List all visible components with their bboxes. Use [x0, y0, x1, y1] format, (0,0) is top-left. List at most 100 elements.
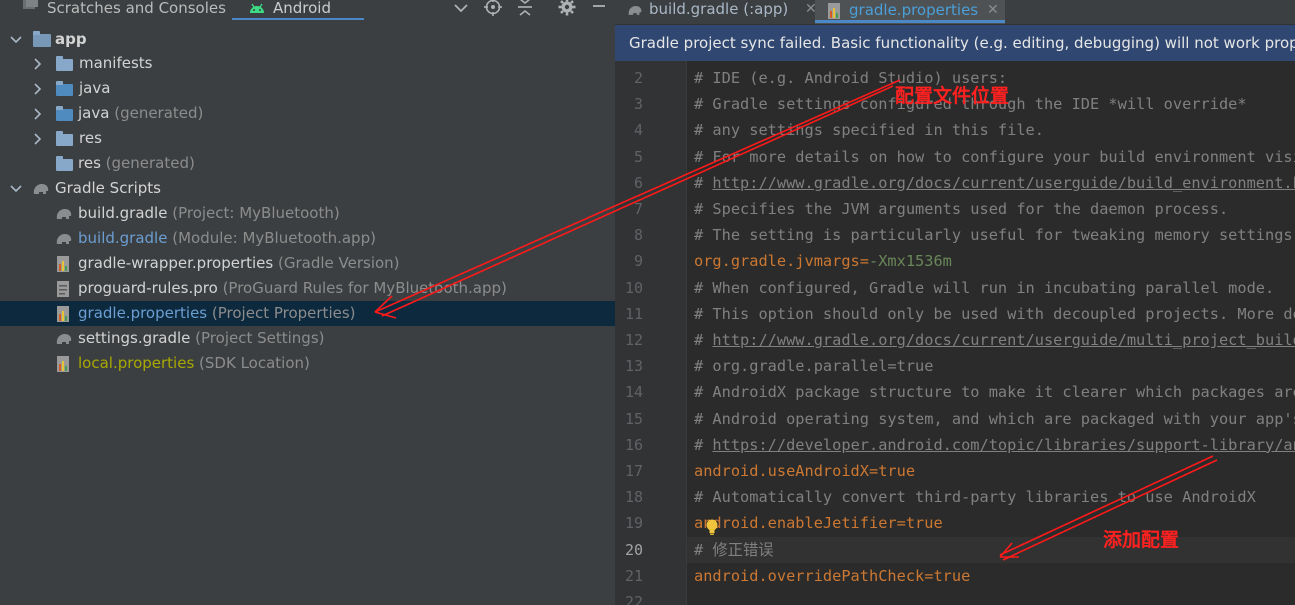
comment-text: # 修正错误	[694, 540, 774, 559]
line-number: 16	[624, 435, 643, 454]
comment-link[interactable]: https://developer.android.com/topic/libr…	[712, 436, 1295, 454]
tree-label: build.gradle	[78, 204, 168, 222]
source-folder-icon	[56, 81, 73, 96]
code-line: org.gradle.jvmargs=-Xmx1536m	[694, 248, 952, 274]
property-value: true	[878, 462, 916, 480]
line-number: 5	[633, 147, 643, 166]
tree-node-build-gradle-module[interactable]: build.gradle (Module: MyBluetooth.app)	[0, 226, 615, 251]
annotation-add-config: 添加配置	[1103, 529, 1180, 551]
tree-label: proguard-rules.pro	[78, 279, 218, 297]
collapse-all-icon[interactable]	[514, 0, 536, 20]
line-number: 4	[633, 121, 643, 140]
code-line: # http://www.gradle.org/docs/current/use…	[694, 327, 1295, 353]
tree-node-manifests[interactable]: manifests	[0, 51, 615, 76]
tree-node-java[interactable]: java	[0, 76, 615, 101]
comment-link[interactable]: http://www.gradle.org/docs/current/userg…	[712, 331, 1295, 349]
chevron-right-icon[interactable]	[33, 126, 47, 154]
editor-tabs: build.gradle (:app) ✕ gradle.properties …	[615, 0, 1295, 25]
chevron-down-icon[interactable]	[10, 27, 24, 54]
line-number: 6	[633, 173, 643, 192]
equals-sign: =	[868, 462, 879, 480]
tree-label: gradle.properties	[78, 304, 208, 322]
code-line: # When configured, Gradle will run in in…	[694, 275, 1274, 301]
tree-node-app[interactable]: app	[0, 27, 615, 52]
tree-label-wrap: res (generated)	[78, 151, 195, 176]
comment-prefix: #	[694, 331, 713, 349]
property-key: org.gradle.jvmargs	[694, 252, 860, 271]
tab-label: gradle.properties	[849, 1, 979, 19]
tree-node-proguard-rules[interactable]: proguard-rules.pro (ProGuard Rules for M…	[0, 276, 615, 301]
tree-node-build-gradle-project[interactable]: build.gradle (Project: MyBluetooth)	[0, 201, 615, 226]
active-tab-indicator	[815, 20, 1005, 23]
comment-text: # Automatically convert third-party libr…	[694, 488, 1256, 507]
comment-text: # For more details on how to configure y…	[694, 147, 1295, 166]
code-editor[interactable]: # IDE (e.g. Android Studio) users: # Grad…	[687, 61, 1295, 605]
line-number: 3	[633, 95, 643, 114]
comment-link[interactable]: http://www.gradle.org/docs/current/userg…	[712, 174, 1295, 192]
chevron-right-icon[interactable]	[33, 101, 47, 129]
chevron-down-icon[interactable]	[450, 0, 472, 20]
tree-label: java	[79, 79, 111, 97]
line-number: 22	[624, 593, 643, 605]
tree-hint: (ProGuard Rules for MyBluetooth.app)	[222, 279, 507, 297]
tree-hint: (SDK Location)	[199, 354, 310, 372]
code-line: # This option should only be used with d…	[694, 301, 1295, 327]
property-value: true	[905, 514, 943, 533]
chevron-right-icon[interactable]	[33, 76, 47, 104]
code-line: # The setting is particularly useful for…	[694, 222, 1295, 248]
locate-target-icon[interactable]	[482, 0, 504, 20]
tree-label-wrap: local.properties (SDK Location)	[78, 351, 310, 376]
equals-sign: =	[896, 514, 906, 533]
project-panel: Scratches and Consoles Android app manif…	[0, 0, 615, 605]
annotation-config-location: 配置文件位置	[895, 85, 1010, 107]
chevron-right-icon[interactable]	[33, 51, 47, 79]
code-line: # Android operating system, and which ar…	[694, 406, 1295, 432]
line-number: 18	[624, 488, 643, 507]
minimize-icon[interactable]	[588, 0, 610, 20]
tree-node-settings-gradle[interactable]: settings.gradle (Project Settings)	[0, 326, 615, 351]
tree-hint: (Project Properties)	[211, 304, 356, 322]
tree-hint: (Project Settings)	[195, 329, 325, 347]
tree-label-wrap: build.gradle (Project: MyBluetooth)	[78, 201, 340, 226]
tree-label: local.properties	[78, 354, 195, 372]
tree-node-local-properties[interactable]: local.properties (SDK Location)	[0, 351, 615, 376]
code-line: # http://www.gradle.org/docs/current/use…	[694, 170, 1295, 196]
comment-text: # The setting is particularly useful for…	[694, 226, 1295, 245]
tree-label: gradle-wrapper.properties	[78, 254, 274, 272]
resource-folder-icon	[56, 156, 73, 171]
code-line: # For more details on how to configure y…	[694, 144, 1295, 170]
gradle-elephant-icon	[56, 209, 72, 219]
comment-text: # any settings specified in this file.	[694, 121, 1044, 140]
comment-prefix: #	[694, 435, 713, 454]
module-folder-icon	[33, 31, 51, 47]
tab-android-view[interactable]: Android	[232, 0, 364, 20]
tree-node-res[interactable]: res	[0, 126, 615, 151]
properties-file-icon	[57, 356, 69, 372]
tree-label-wrap: gradle.properties (Project Properties)	[78, 301, 356, 326]
resource-folder-icon	[56, 131, 73, 146]
line-number: 8	[633, 226, 643, 245]
tree-hint: (Project: MyBluetooth)	[172, 204, 340, 222]
tree-node-gradle-properties[interactable]: gradle.properties (Project Properties)	[0, 301, 615, 326]
lightbulb-icon[interactable]	[705, 519, 719, 537]
tree-label: manifests	[79, 54, 153, 72]
sync-failed-banner: Gradle project sync failed. Basic functi…	[615, 25, 1295, 61]
gradle-elephant-icon	[33, 184, 49, 194]
line-number: 11	[624, 304, 643, 323]
gear-icon[interactable]	[556, 0, 578, 20]
code-line: # 修正错误	[694, 537, 774, 563]
comment-text: # org.gradle.parallel=true	[694, 357, 934, 376]
property-key: android.overridePathCheck	[694, 566, 925, 585]
tree-node-java-generated[interactable]: java (generated)	[0, 101, 615, 126]
tree-node-res-generated[interactable]: res (generated)	[0, 151, 615, 176]
tree-label: app	[55, 30, 87, 48]
tree-label: Gradle Scripts	[55, 179, 161, 197]
comment-text: # Specifies the JVM arguments used for t…	[694, 200, 1229, 218]
chevron-down-icon[interactable]	[10, 176, 24, 203]
tree-node-gradle-scripts[interactable]: Gradle Scripts	[0, 176, 615, 201]
tree-node-gradle-wrapper-properties[interactable]: gradle-wrapper.properties (Gradle Versio…	[0, 251, 615, 276]
close-icon[interactable]: ✕	[987, 0, 999, 20]
project-view-tabs: Scratches and Consoles Android	[0, 0, 615, 20]
equals-sign: =	[859, 252, 869, 271]
tab-build-gradle-app[interactable]: build.gradle (:app) ✕	[627, 0, 817, 22]
